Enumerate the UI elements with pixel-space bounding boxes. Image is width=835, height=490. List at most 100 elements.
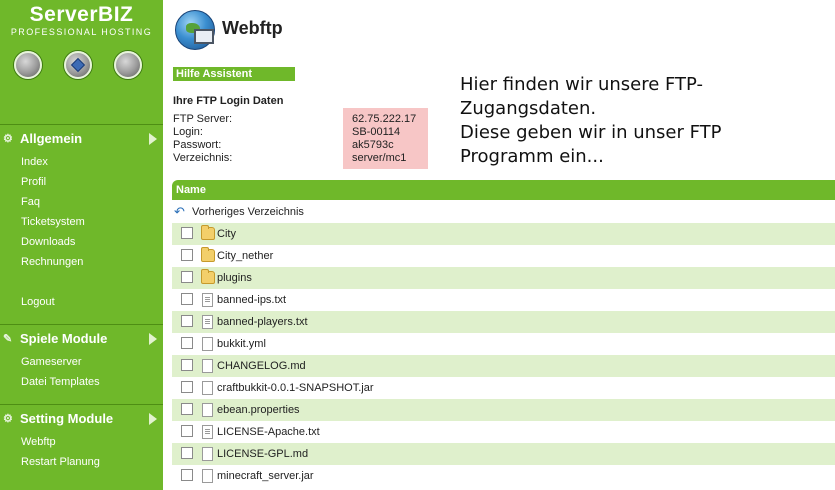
file-name-link[interactable]: CHANGELOG.md [217, 355, 306, 377]
file-row[interactable]: minecraft_server.jar [172, 465, 835, 487]
brand-tagline: PROFESSIONAL HOSTING [10, 27, 153, 37]
file-name-link[interactable]: minecraft_server.jar [217, 465, 314, 487]
annotation-line: Zugangsdaten. [460, 98, 597, 119]
orb-button-left[interactable] [14, 51, 42, 79]
file-checkbox[interactable] [181, 315, 193, 327]
file-name-link[interactable]: City_nether [217, 245, 273, 267]
column-header-name[interactable]: Name [172, 180, 835, 200]
file-row[interactable]: City_nether [172, 245, 835, 267]
file-icon [202, 359, 213, 373]
sidebar-item-ticketsystem[interactable]: Ticketsystem [21, 215, 85, 229]
folder-icon [201, 269, 215, 284]
sidebar-item-downloads[interactable]: Downloads [21, 235, 75, 249]
gear-icon: ⚙ [3, 413, 13, 425]
file-name-link[interactable]: banned-ips.txt [217, 289, 286, 311]
sidebar-item-datei-templates[interactable]: Datei Templates [21, 375, 100, 389]
file-row[interactable]: CHANGELOG.md [172, 355, 835, 377]
file-list: City City_nether plugins banned-ips.txt bann… [172, 223, 835, 487]
label-login: Login: [173, 126, 203, 138]
file-row[interactable]: ebean.properties [172, 399, 835, 421]
sidebar: ServerBIZ PROFESSIONAL HOSTING ⚙ Allgeme… [0, 0, 163, 490]
sidebar-item-webftp[interactable]: Webftp [21, 435, 56, 449]
file-name-link[interactable]: craftbukkit-0.0.1-SNAPSHOT.jar [217, 377, 374, 399]
label-ftp-server: FTP Server: [173, 113, 233, 125]
orb-button-center[interactable] [64, 51, 92, 79]
file-name-link[interactable]: LICENSE-GPL.md [217, 443, 308, 465]
folder-icon [201, 247, 215, 262]
label-verzeichnis: Verzeichnis: [173, 152, 233, 164]
file-name-link[interactable]: LICENSE-Apache.txt [217, 421, 320, 443]
sidebar-item-logout[interactable]: Logout [21, 295, 55, 309]
orb-button-right[interactable] [114, 51, 142, 79]
file-checkbox[interactable] [181, 447, 193, 459]
file-row[interactable]: bukkit.yml [172, 333, 835, 355]
sidebar-item-gameserver[interactable]: Gameserver [21, 355, 82, 369]
file-checkbox[interactable] [181, 337, 193, 349]
folder-icon [201, 225, 215, 240]
ftp-login-title: Ihre FTP Login Daten [173, 95, 284, 107]
sidebar-item-faq[interactable]: Faq [21, 195, 40, 209]
file-name-link[interactable]: banned-players.txt [217, 311, 308, 333]
annotation-line: Hier finden wir unsere FTP- [460, 74, 704, 95]
text-file-icon [202, 315, 213, 329]
file-checkbox[interactable] [181, 403, 193, 415]
file-checkbox[interactable] [181, 293, 193, 305]
previous-directory-link[interactable]: ↶ Vorheriges Verzeichnis [172, 202, 835, 222]
annotation-line: Programm ein... [460, 146, 604, 167]
file-checkbox[interactable] [181, 469, 193, 481]
text-file-icon [202, 425, 213, 439]
previous-directory-label: Vorheriges Verzeichnis [192, 206, 304, 218]
wrench-icon: ⚙ [3, 133, 13, 145]
file-icon [202, 381, 213, 395]
expand-arrow-icon [149, 413, 157, 425]
globe-computer-icon [175, 10, 215, 50]
file-checkbox[interactable] [181, 381, 193, 393]
file-icon [202, 337, 213, 351]
sidebar-item-index[interactable]: Index [21, 155, 48, 169]
file-icon [202, 447, 213, 461]
file-icon [202, 469, 213, 483]
sidebar-item-profil[interactable]: Profil [21, 175, 46, 189]
section-setting-module[interactable]: ⚙ Setting Module [0, 404, 163, 432]
value-login: SB-00114 [352, 126, 401, 138]
file-row[interactable]: banned-ips.txt [172, 289, 835, 311]
ftp-login-labels: FTP Server: Login: Passwort: Verzeichnis… [173, 113, 232, 165]
sidebar-item-rechnungen[interactable]: Rechnungen [21, 255, 83, 269]
file-row[interactable]: craftbukkit-0.0.1-SNAPSHOT.jar [172, 377, 835, 399]
file-row[interactable]: LICENSE-Apache.txt [172, 421, 835, 443]
ftp-login-values: 62.75.222.17 SB-00114 ak5793c server/mc1 [343, 108, 428, 169]
file-row[interactable]: LICENSE-GPL.md [172, 443, 835, 465]
section-title: Spiele Module [20, 331, 108, 346]
annotation-text: Hier finden wir unsere FTP- Zugangsdaten… [460, 73, 820, 169]
section-allgemein[interactable]: ⚙ Allgemein [0, 124, 163, 152]
expand-arrow-icon [149, 333, 157, 345]
section-title: Setting Module [20, 411, 114, 426]
label-passwort: Passwort: [173, 139, 222, 151]
file-checkbox[interactable] [181, 359, 193, 371]
cube-icon [70, 57, 86, 73]
section-spiele-module[interactable]: ✎ Spiele Module [0, 324, 163, 352]
file-name-link[interactable]: plugins [217, 267, 252, 289]
file-row[interactable]: plugins [172, 267, 835, 289]
value-verzeichnis: server/mc1 [352, 152, 407, 164]
quick-buttons [0, 51, 163, 79]
value-ftp-server: 62.75.222.17 [352, 113, 417, 125]
text-file-icon [202, 293, 213, 307]
brand-name: ServerBIZ [29, 3, 134, 26]
file-checkbox[interactable] [181, 425, 193, 437]
file-checkbox[interactable] [181, 271, 193, 283]
expand-arrow-icon [149, 133, 157, 145]
file-name-link[interactable]: City [217, 223, 236, 245]
file-name-link[interactable]: ebean.properties [217, 399, 300, 421]
file-row[interactable]: City [172, 223, 835, 245]
brand-logo: ServerBIZ PROFESSIONAL HOSTING [0, 0, 163, 44]
file-row[interactable]: banned-players.txt [172, 311, 835, 333]
file-checkbox[interactable] [181, 249, 193, 261]
help-assistant-bar[interactable]: Hilfe Assistent [173, 67, 295, 81]
back-arrow-icon: ↶ [174, 204, 185, 219]
sidebar-item-restart-planung[interactable]: Restart Planung [21, 455, 100, 469]
file-icon [202, 403, 213, 417]
gamepad-icon: ✎ [3, 333, 13, 345]
file-checkbox[interactable] [181, 227, 193, 239]
file-name-link[interactable]: bukkit.yml [217, 333, 266, 355]
